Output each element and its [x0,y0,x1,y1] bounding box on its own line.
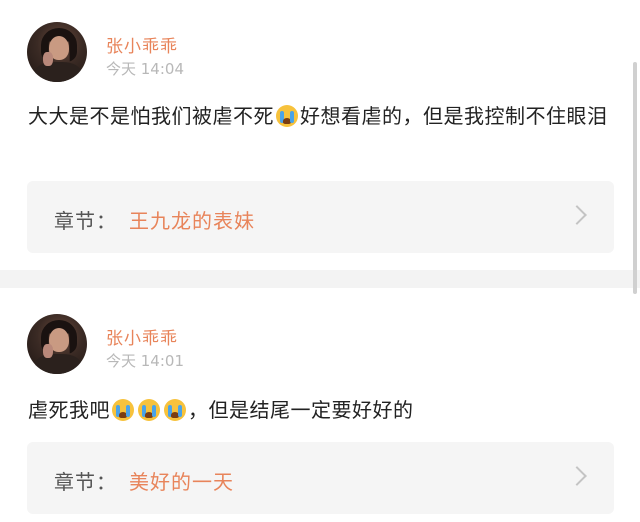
chapter-label: 章节： [54,209,117,233]
loudly-crying-face-icon [164,399,186,421]
avatar[interactable] [27,314,87,374]
loudly-crying-face-icon [138,399,160,421]
comment-card: 张小乖乖 今天 14:04 大大是不是怕我们被虐不死 好想看虐的，但是我控制不住眼… [0,0,640,270]
chapter-link[interactable]: 章节： 美好的一天 [27,442,614,514]
timestamp: 今天 14:01 [106,352,184,370]
loudly-crying-face-icon [112,399,134,421]
scrollbar[interactable] [633,62,637,294]
avatar-hand [43,344,53,358]
loudly-crying-face-icon [276,105,298,127]
username[interactable]: 张小乖乖 [106,32,178,57]
chapter-title: 王九龙的表妹 [129,209,255,233]
card-separator [0,270,640,288]
comment-text-part: 虐死我吧 [28,398,110,422]
chapter-label: 章节： [54,470,117,494]
comment-text-part: ，但是结尾一定要好好的 [188,398,414,422]
comment-text: 大大是不是怕我们被虐不死 好想看虐的，但是我控制不住眼泪 [28,99,620,134]
avatar-shirt [35,62,81,82]
comment-text: 虐死我吧 ，但是结尾一定要好好的 [28,393,620,428]
chevron-right-icon [567,205,587,225]
avatar[interactable] [27,22,87,82]
chevron-right-icon [567,466,587,486]
chapter-link[interactable]: 章节： 王九龙的表妹 [27,181,614,253]
avatar-hand [43,52,53,66]
avatar-shirt [35,354,81,374]
username[interactable]: 张小乖乖 [106,324,178,349]
comment-card: 张小乖乖 今天 14:01 虐死我吧 ，但是结尾一定要好好的 章节： 美好的一天 [0,288,640,522]
comment-text-part: 大大是不是怕我们被虐不死 [28,104,274,128]
chapter-title: 美好的一天 [129,470,234,494]
timestamp: 今天 14:04 [106,60,184,78]
comment-text-part: 好想看虐的，但是我控制不住眼泪 [300,104,608,128]
